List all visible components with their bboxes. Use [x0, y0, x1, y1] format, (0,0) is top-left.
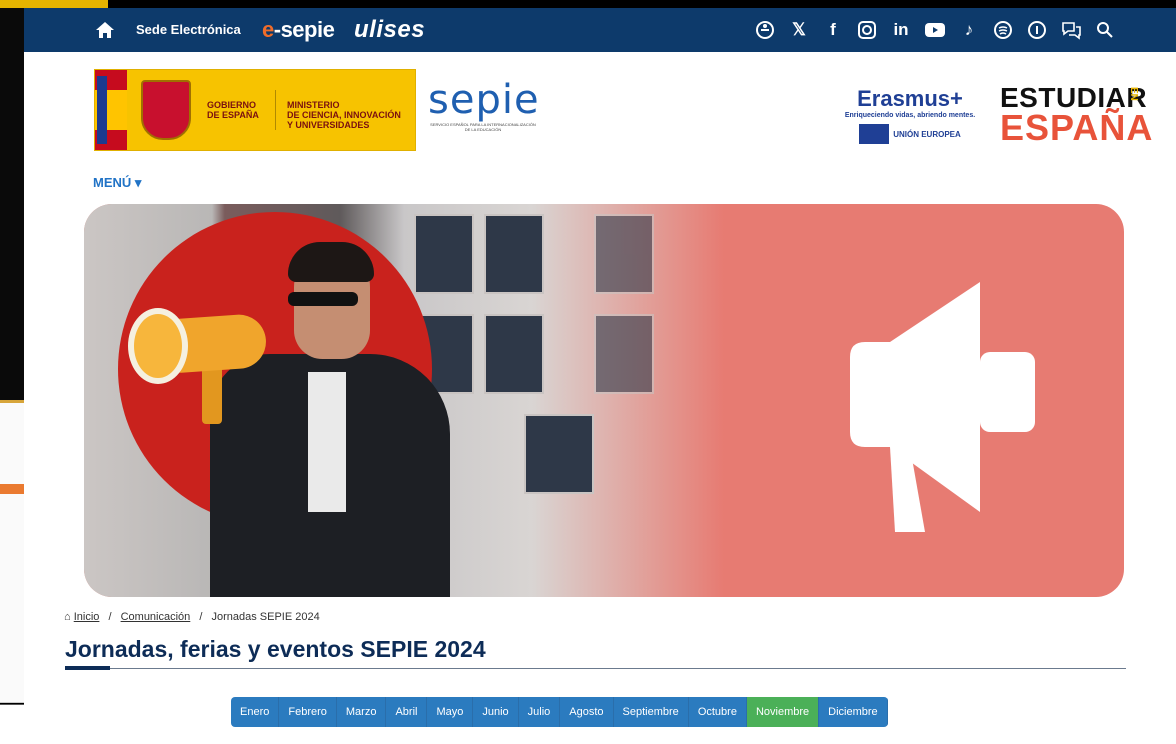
sepie-wordmark: sepie: [428, 77, 540, 123]
esepie-text: -sepie: [273, 17, 335, 42]
background-window-corner: [24, 0, 108, 8]
erasmus-slogan: Enriqueciendo vidas, abriendo mentes.: [844, 112, 976, 119]
month-button-abril[interactable]: Abril: [386, 697, 428, 727]
month-button-julio[interactable]: Julio: [518, 697, 561, 727]
month-button-marzo[interactable]: Marzo: [336, 697, 387, 727]
estudiar-en-espana-logo[interactable]: ESTUDIAR EN ESPAÑA: [1000, 84, 1154, 148]
megaphone-icon: [850, 282, 1035, 532]
hero-person-shirt: [308, 372, 346, 512]
hero-window: [414, 214, 474, 294]
month-button-febrero[interactable]: Febrero: [279, 697, 337, 727]
month-button-enero[interactable]: Enero: [231, 697, 280, 727]
breadcrumb-comunicacion-link[interactable]: Comunicación: [121, 611, 191, 623]
hero-banner: [84, 204, 1124, 597]
hero-person-hair: [288, 242, 374, 282]
tiktok-icon[interactable]: ♪: [958, 19, 980, 41]
background-window-panel-bottom: [0, 704, 24, 744]
background-window-panel: [0, 403, 24, 703]
sepie-logo[interactable]: sepie SERVICIO ESPAÑOL PARA LA INTERNACI…: [428, 80, 540, 132]
spain-eu-flag-icon: [95, 70, 127, 150]
hero-window: [594, 314, 654, 394]
gobierno-text: GOBIERNO DE ESPAÑA: [207, 100, 259, 120]
sede-electronica-link[interactable]: Sede Electrónica: [136, 22, 241, 37]
browser-page: Sede Electrónica e-sepie ulises 𝕏 f in ♪: [24, 8, 1176, 744]
month-button-junio[interactable]: Junio: [473, 697, 519, 727]
logo-divider: [275, 90, 276, 130]
espana-text: ESPAÑA: [1000, 107, 1154, 148]
erasmus-title: Erasmus+: [857, 86, 963, 111]
coat-of-arms-icon: [141, 80, 191, 140]
chat-icon[interactable]: [1060, 19, 1082, 41]
month-button-agosto[interactable]: Agosto: [560, 697, 614, 727]
hero-window: [484, 214, 544, 294]
main-menu-toggle[interactable]: MENÚ ▾: [93, 175, 141, 191]
esepie-e-letter: e: [262, 17, 274, 42]
top-navigation-bar: Sede Electrónica e-sepie ulises 𝕏 f in ♪: [24, 8, 1176, 52]
ministerio-line2: DE CIENCIA, INNOVACIÓN: [287, 110, 401, 120]
breadcrumb-current: Jornadas SEPIE 2024: [211, 611, 320, 623]
hero-window: [594, 214, 654, 294]
hero-window: [484, 314, 544, 394]
youtube-icon[interactable]: [924, 19, 946, 41]
breadcrumb-home-link[interactable]: Inicio: [74, 611, 100, 623]
erasmus-logo[interactable]: Erasmus+ Enriqueciendo vidas, abriendo m…: [836, 88, 984, 144]
month-button-octubre[interactable]: Octubre: [688, 697, 747, 727]
ministerio-text: MINISTERIO DE CIENCIA, INNOVACIÓN Y UNIV…: [287, 100, 401, 130]
hero-person-sunglasses: [288, 292, 358, 306]
estudiar-en-text: EN: [1128, 87, 1139, 101]
gobierno-line2: DE ESPAÑA: [207, 110, 259, 120]
background-window-dark: [0, 8, 24, 400]
home-small-icon[interactable]: ⌂: [64, 611, 71, 623]
social-icons: 𝕏 f in ♪: [754, 19, 1116, 41]
home-icon[interactable]: [96, 22, 114, 38]
accessibility-icon[interactable]: [754, 19, 776, 41]
page-title: Jornadas, ferias y eventos SEPIE 2024: [65, 636, 486, 662]
month-filter-bar: Enero Febrero Marzo Abril Mayo Junio Julio Agos…: [231, 697, 888, 727]
gobierno-line1: GOBIERNO: [207, 100, 257, 110]
ministerio-line3: Y UNIVERSIDADES: [287, 120, 370, 130]
month-button-diciembre[interactable]: Diciembre: [819, 697, 888, 727]
month-button-septiembre[interactable]: Septiembre: [613, 697, 689, 727]
background-window-strip: [0, 0, 24, 744]
breadcrumb-separator: /: [199, 611, 203, 623]
search-icon[interactable]: [1094, 19, 1116, 41]
month-button-mayo[interactable]: Mayo: [427, 697, 474, 727]
linkedin-icon[interactable]: in: [890, 19, 912, 41]
eu-flag-icon: [859, 124, 890, 144]
esepie-logo-link[interactable]: e-sepie: [262, 17, 335, 43]
title-underline: [65, 668, 1126, 669]
background-window-yellow: [0, 0, 24, 8]
info-icon[interactable]: [1026, 19, 1048, 41]
month-button-noviembre[interactable]: Noviembre: [746, 697, 820, 727]
ulises-logo-link[interactable]: ulises: [354, 16, 425, 44]
breadcrumb: ⌂ Inicio / Comunicación / Jornadas SEPIE…: [64, 611, 320, 623]
hero-megaphone-bell: [128, 308, 188, 384]
ministerio-line1: MINISTERIO: [287, 100, 340, 110]
eu-label: UNIÓN EUROPEA: [893, 129, 961, 139]
title-accent-bar: [65, 666, 110, 670]
sepie-subtitle: SERVICIO ESPAÑOL PARA LA INTERNACIONALIZ…: [430, 122, 536, 132]
spotify-icon[interactable]: [992, 19, 1014, 41]
x-icon[interactable]: 𝕏: [788, 19, 810, 41]
facebook-icon[interactable]: f: [822, 19, 844, 41]
instagram-icon[interactable]: [856, 19, 878, 41]
gobierno-espana-logo[interactable]: GOBIERNO DE ESPAÑA MINISTERIO DE CIENCIA…: [94, 69, 416, 151]
hero-window: [524, 414, 594, 494]
breadcrumb-separator: /: [108, 611, 112, 623]
